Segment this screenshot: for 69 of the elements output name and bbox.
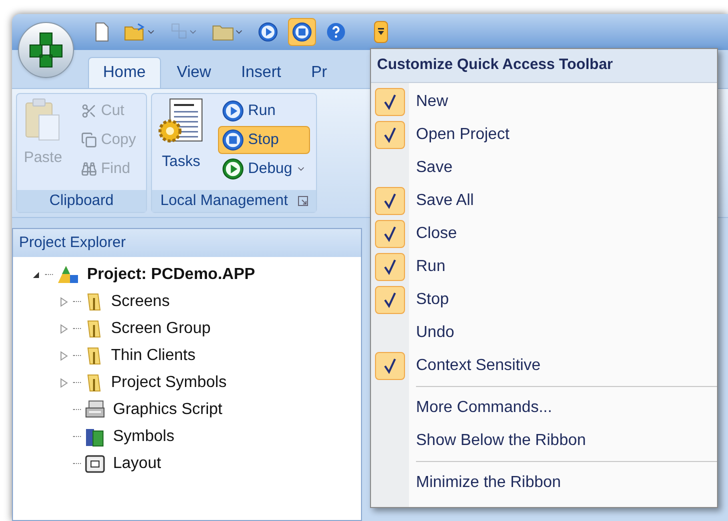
monitor-icon bbox=[85, 454, 105, 474]
expanded-arrow-icon[interactable] bbox=[31, 270, 41, 280]
menu-item[interactable]: Show Below the Ribbon bbox=[371, 424, 717, 457]
group-label: Local Management bbox=[160, 190, 288, 211]
app-menu-button[interactable] bbox=[18, 22, 74, 78]
menu-title: Customize Quick Access Toolbar bbox=[377, 55, 613, 76]
books-icon bbox=[85, 426, 105, 446]
printer-icon bbox=[85, 400, 105, 420]
menu-item[interactable]: Minimize the Ribbon bbox=[371, 466, 717, 499]
scissors-icon bbox=[81, 103, 97, 119]
check-icon bbox=[383, 192, 397, 208]
binoculars-icon bbox=[81, 161, 97, 177]
customize-toolbar-button[interactable] bbox=[374, 21, 388, 43]
folder-icon bbox=[85, 292, 103, 312]
check-icon bbox=[383, 94, 397, 110]
collapsed-arrow-icon[interactable] bbox=[59, 324, 69, 334]
ribbon-large-button[interactable]: Tasks bbox=[158, 97, 210, 190]
menu-item[interactable]: New bbox=[371, 85, 717, 118]
ribbon-tab[interactable]: Insert bbox=[227, 57, 296, 88]
check-icon bbox=[383, 292, 397, 308]
menu-item[interactable]: Open Project bbox=[371, 118, 717, 151]
check-icon bbox=[383, 226, 397, 242]
ribbon-button[interactable]: Stop bbox=[218, 126, 310, 154]
caret-icon bbox=[377, 27, 385, 37]
folder-icon bbox=[85, 318, 103, 338]
dialog-launcher-icon[interactable] bbox=[298, 196, 308, 206]
ribbon-tab[interactable]: Home bbox=[88, 57, 161, 88]
check-icon bbox=[383, 358, 397, 374]
stop-icon bbox=[292, 22, 312, 42]
tree-item[interactable]: Screens bbox=[111, 290, 170, 314]
tree-item[interactable]: Layout bbox=[113, 452, 162, 476]
menu-item[interactable]: Save All bbox=[371, 184, 717, 217]
ribbon-tab[interactable]: View bbox=[162, 57, 226, 88]
stop-icon bbox=[222, 129, 244, 151]
tree-item[interactable]: Graphics Script bbox=[113, 398, 222, 422]
toolbar-button[interactable] bbox=[288, 18, 316, 46]
help-icon bbox=[326, 22, 346, 42]
play-icon bbox=[222, 158, 244, 180]
play-icon bbox=[222, 100, 244, 122]
copy-icon bbox=[81, 132, 97, 148]
ribbon-button[interactable]: Debug bbox=[218, 155, 310, 183]
menu-item[interactable]: Undo bbox=[371, 316, 717, 349]
menu-item[interactable]: Stop bbox=[371, 283, 717, 316]
collapsed-arrow-icon[interactable] bbox=[59, 378, 69, 388]
menu-item[interactable]: More Commands... bbox=[371, 391, 717, 424]
menu-item[interactable]: Context Sensitive bbox=[371, 349, 717, 382]
tree-item[interactable]: Project Symbols bbox=[111, 370, 227, 394]
check-icon bbox=[383, 126, 397, 142]
page-icon bbox=[94, 22, 110, 42]
folder-icon bbox=[85, 346, 103, 366]
tree-item[interactable]: Symbols bbox=[113, 424, 174, 448]
folder-icon bbox=[212, 23, 234, 41]
tree-item[interactable]: Thin Clients bbox=[111, 344, 196, 368]
ribbon-tab[interactable]: Pr bbox=[297, 57, 342, 88]
folder-icon bbox=[85, 372, 103, 392]
ribbon-button[interactable]: Run bbox=[218, 97, 310, 125]
collapsed-arrow-icon[interactable] bbox=[59, 350, 69, 360]
menu-item[interactable]: Run bbox=[371, 250, 717, 283]
tree-item[interactable]: Screen Group bbox=[111, 316, 211, 340]
folder-icon bbox=[124, 23, 146, 41]
collapsed-arrow-icon[interactable] bbox=[59, 296, 69, 306]
panel-title: Project Explorer bbox=[19, 232, 126, 253]
menu-item[interactable]: Save bbox=[371, 151, 717, 184]
play-icon bbox=[258, 22, 278, 42]
triangle-logo-icon bbox=[57, 264, 79, 284]
group-label: Clipboard bbox=[49, 190, 114, 211]
check-icon bbox=[383, 258, 397, 274]
menu-item[interactable]: Close bbox=[371, 217, 717, 250]
tree-item[interactable]: Project: PCDemo.APP bbox=[87, 262, 256, 286]
